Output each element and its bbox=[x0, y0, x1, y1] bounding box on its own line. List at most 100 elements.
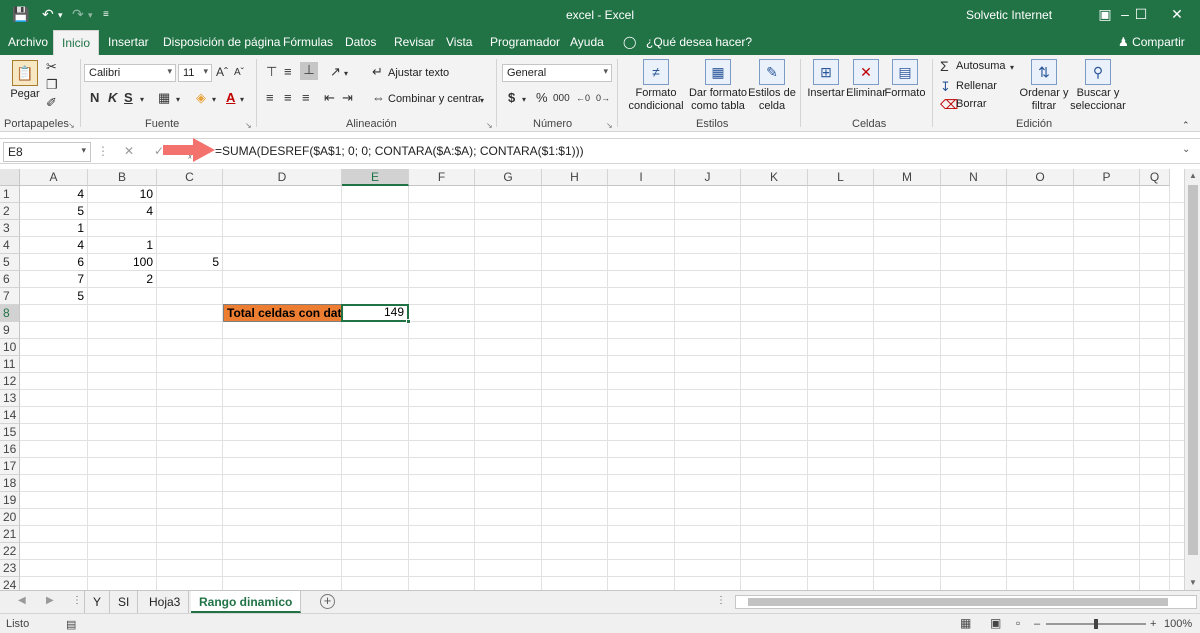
percent-button[interactable]: % bbox=[536, 90, 548, 106]
cell-b5[interactable]: 100 bbox=[88, 254, 156, 271]
row-header-9[interactable]: 9 bbox=[0, 322, 20, 339]
column-header-f[interactable]: F bbox=[409, 169, 475, 186]
align-top-icon[interactable]: ⊤ bbox=[266, 64, 277, 80]
row-header-24[interactable]: 24 bbox=[0, 577, 20, 590]
font-color-icon[interactable]: A bbox=[226, 90, 235, 106]
clipboard-launcher-icon[interactable]: ↘ bbox=[68, 121, 75, 130]
column-header-q[interactable]: Q bbox=[1140, 169, 1170, 186]
tab-formulas[interactable]: Fórmulas bbox=[283, 35, 333, 49]
tab-archivo[interactable]: Archivo bbox=[8, 35, 48, 49]
user-name[interactable]: Solvetic Internet bbox=[966, 8, 1052, 22]
select-all-corner[interactable] bbox=[0, 169, 20, 186]
formula-bar-handle-icon[interactable]: ⋮ bbox=[97, 144, 109, 158]
cell-a5[interactable]: 6 bbox=[20, 254, 87, 271]
cell-a7[interactable]: 5 bbox=[20, 288, 87, 305]
format-as-table-button[interactable]: ▦ Dar formato como tabla bbox=[688, 59, 748, 113]
collapse-ribbon-icon[interactable]: ⌃ bbox=[1182, 117, 1190, 133]
underline-dropdown-icon[interactable]: ▾ bbox=[140, 92, 144, 108]
sheet-tab-si[interactable]: SI bbox=[110, 591, 139, 613]
row-header-18[interactable]: 18 bbox=[0, 475, 20, 492]
cell-c5[interactable]: 5 bbox=[157, 254, 222, 271]
cell-a4[interactable]: 4 bbox=[20, 237, 87, 254]
cell-a2[interactable]: 5 bbox=[20, 203, 87, 220]
align-center-icon[interactable]: ≡ bbox=[284, 90, 292, 106]
scroll-down-icon[interactable]: ▼ bbox=[1185, 576, 1200, 590]
sort-filter-button[interactable]: ⇅ Ordenar y filtrar bbox=[1018, 59, 1070, 113]
zoom-level[interactable]: 100% bbox=[1164, 618, 1192, 630]
scroll-up-icon[interactable]: ▲ bbox=[1185, 169, 1200, 183]
page-break-view-icon[interactable]: ▫ bbox=[1016, 616, 1020, 630]
font-launcher-icon[interactable]: ↘ bbox=[245, 121, 252, 130]
wrap-text-button[interactable]: Ajustar texto bbox=[388, 67, 449, 79]
vertical-scroll-thumb[interactable] bbox=[1188, 185, 1198, 555]
row-header-21[interactable]: 21 bbox=[0, 526, 20, 543]
row-header-11[interactable]: 11 bbox=[0, 356, 20, 373]
fill-handle[interactable] bbox=[406, 319, 411, 324]
number-format-select[interactable]: General ▾ bbox=[502, 64, 612, 82]
paste-button[interactable]: 📋 Pegar bbox=[8, 60, 42, 101]
zoom-slider-knob[interactable] bbox=[1094, 619, 1098, 629]
sheet-list-handle-icon[interactable]: ⋮ bbox=[72, 595, 82, 606]
sheet-tab-rango-dinamico[interactable]: Rango dinamico bbox=[191, 591, 302, 613]
borders-icon[interactable]: ▦ bbox=[158, 90, 170, 106]
align-bottom-icon[interactable]: ⊥ bbox=[300, 62, 318, 80]
prev-sheet-icon[interactable]: ◀ bbox=[18, 595, 26, 606]
column-header-m[interactable]: M bbox=[874, 169, 941, 186]
cell-b4[interactable]: 1 bbox=[88, 237, 156, 254]
font-name-select[interactable]: Calibri ▾ bbox=[84, 64, 176, 82]
fill-dropdown-icon[interactable]: ▾ bbox=[212, 92, 216, 108]
shrink-font-icon[interactable]: Aˇ bbox=[234, 65, 244, 81]
zoom-slider[interactable] bbox=[1046, 619, 1146, 629]
expand-formula-icon[interactable]: ⌄ bbox=[1182, 144, 1190, 155]
column-header-o[interactable]: O bbox=[1007, 169, 1074, 186]
cell-a6[interactable]: 7 bbox=[20, 271, 87, 288]
cell-b6[interactable]: 2 bbox=[88, 271, 156, 288]
insert-cells-button[interactable]: ⊞ Insertar bbox=[804, 59, 848, 100]
zoom-out-icon[interactable]: – bbox=[1034, 618, 1040, 630]
formula-input[interactable]: =SUMA(DESREF($A$1; 0; 0; CONTARA($A:$A);… bbox=[215, 144, 584, 158]
zoom-in-icon[interactable]: + bbox=[1150, 618, 1156, 630]
row-header-2[interactable]: 2 bbox=[0, 203, 20, 220]
maximize-icon[interactable]: ☐ bbox=[1126, 4, 1156, 24]
currency-dropdown-icon[interactable]: ▾ bbox=[522, 92, 526, 108]
close-icon[interactable]: ✕ bbox=[1162, 4, 1192, 24]
page-layout-view-icon[interactable]: ▣ bbox=[990, 616, 1001, 630]
tab-disposicion[interactable]: Disposición de página bbox=[163, 35, 280, 49]
spreadsheet-grid[interactable]: A B C D E F G H I J K L M N O P Q 1 2 3 4 5 6 7 8 9 10 11 12 13 14 15 16… bbox=[0, 169, 1184, 590]
find-select-button[interactable]: ⚲ Buscar y seleccionar bbox=[1068, 59, 1128, 113]
column-header-l[interactable]: L bbox=[808, 169, 874, 186]
row-header-20[interactable]: 20 bbox=[0, 509, 20, 526]
borders-dropdown-icon[interactable]: ▾ bbox=[176, 92, 180, 108]
row-header-8[interactable]: 8 bbox=[0, 305, 20, 322]
tab-inicio[interactable]: Inicio bbox=[53, 30, 100, 55]
row-header-4[interactable]: 4 bbox=[0, 237, 20, 254]
column-header-k[interactable]: K bbox=[741, 169, 808, 186]
copy-icon[interactable]: ❐ bbox=[46, 77, 58, 93]
cell-b1[interactable]: 10 bbox=[88, 186, 156, 203]
add-sheet-button[interactable]: + bbox=[320, 594, 335, 609]
font-color-dropdown-icon[interactable]: ▾ bbox=[240, 92, 244, 108]
row-header-15[interactable]: 15 bbox=[0, 424, 20, 441]
next-sheet-icon[interactable]: ▶ bbox=[46, 595, 54, 606]
column-header-n[interactable]: N bbox=[941, 169, 1007, 186]
tab-programador[interactable]: Programador bbox=[490, 35, 560, 49]
share-button[interactable]: ♟ Compartir bbox=[1118, 35, 1185, 49]
tab-insertar[interactable]: Insertar bbox=[108, 35, 149, 49]
decrease-indent-icon[interactable]: ⇤ bbox=[324, 90, 335, 106]
orientation-icon[interactable]: ↗ bbox=[330, 64, 341, 80]
bold-button[interactable]: N bbox=[90, 90, 99, 106]
tab-vista[interactable]: Vista bbox=[446, 35, 472, 49]
column-header-g[interactable]: G bbox=[475, 169, 542, 186]
increase-decimal-icon[interactable]: ←0 bbox=[576, 90, 590, 106]
row-header-12[interactable]: 12 bbox=[0, 373, 20, 390]
italic-button[interactable]: K bbox=[108, 90, 117, 106]
font-size-select[interactable]: 11 ▾ bbox=[178, 64, 212, 82]
column-header-i[interactable]: I bbox=[608, 169, 675, 186]
cell-a3[interactable]: 1 bbox=[20, 220, 87, 237]
tab-datos[interactable]: Datos bbox=[345, 35, 376, 49]
column-header-a[interactable]: A bbox=[20, 169, 88, 186]
thousands-button[interactable]: 000 bbox=[553, 91, 570, 107]
orientation-dropdown-icon[interactable]: ▾ bbox=[344, 66, 348, 82]
clear-button[interactable]: Borrar bbox=[956, 98, 987, 110]
fill-color-icon[interactable]: ◈ bbox=[196, 90, 206, 106]
